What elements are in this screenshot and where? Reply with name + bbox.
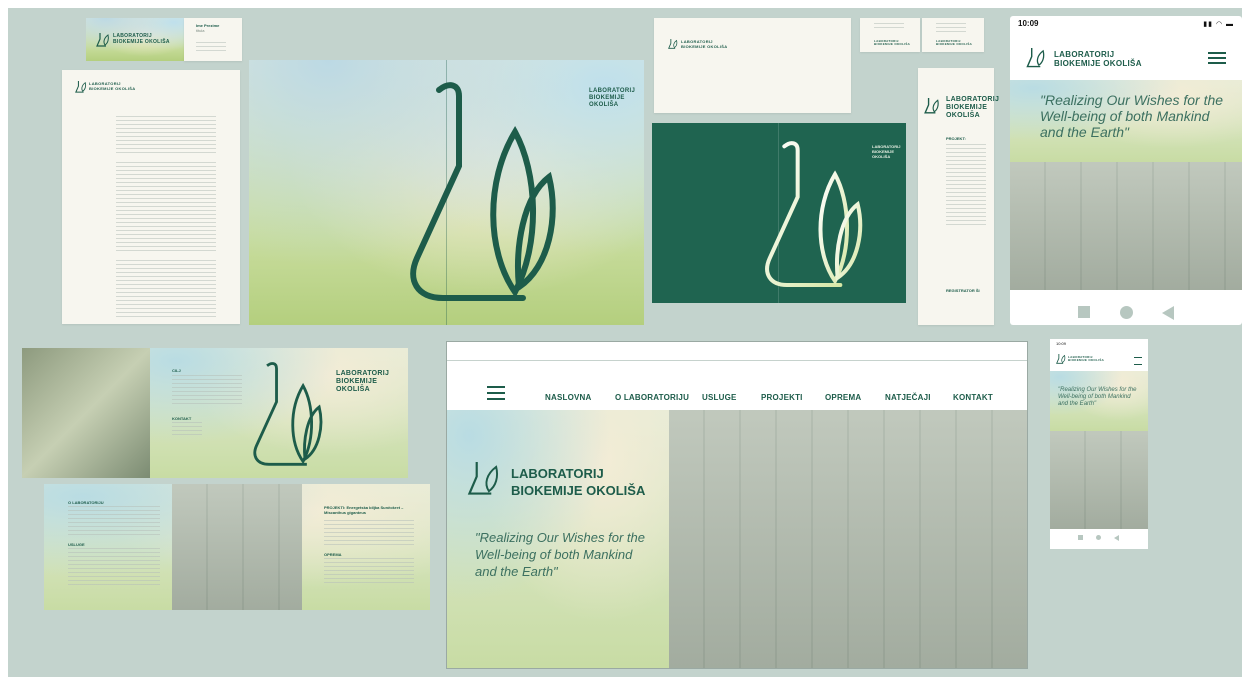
nav-square-icon[interactable] [1078, 306, 1090, 318]
card-contact-lines [196, 42, 226, 54]
envelope-logo-text: LABORATORIJ BIOKEMIJE OKOLIŠA [681, 39, 728, 49]
status-icons: ▮▮ ◠ ▬ [1203, 21, 1234, 28]
brochure-oprema-text [324, 558, 414, 584]
brochure-usluge-heading: USLUGE [68, 542, 85, 547]
business-card-back: Ime Prezime titula [184, 18, 242, 61]
binder-projekt-label: PROJEKT: [946, 136, 966, 141]
brochure-inner: CILJ KONTAKT LABORATORIJ BIOKEMIJE OKOLIŠ… [150, 348, 408, 478]
presentation-board: LABORATORIJ BIOKEMIJE OKOLIŠA Ime Prezime… [8, 8, 1242, 677]
small-mobile-mockup: 10:09 LABORATORIJ BIOKEMIJE OKOLIŠA "Real… [1050, 339, 1148, 549]
brochure-projekti-text [324, 520, 414, 546]
small-card-logo: LABORATORIJ BIOKEMIJE OKOLIŠA [874, 39, 911, 47]
hamburger-menu-icon[interactable] [487, 386, 505, 400]
lab-photo [1010, 162, 1242, 290]
dark-folder-logo-text: LABORATORIJ BIOKEMIJE OKOLIŠA [872, 144, 901, 159]
website-mockup: NASLOVNA O LABORATORIJU USLUGE PROJEKTI … [447, 342, 1027, 668]
card-logo-text: LABORATORIJ BIOKEMIJE OKOLIŠA [113, 33, 170, 45]
card-person-role: titula [196, 28, 205, 33]
letter-body-p1 [116, 116, 216, 156]
nav-square-icon[interactable] [1078, 535, 1083, 540]
brochure-inside: O LABORATORIJU USLUGE PROJEKTI: Energets… [44, 484, 430, 610]
mobile-hero: "Realizing Our Wishes for the Well-being… [1010, 80, 1242, 162]
brochure-photo-hands [22, 348, 150, 478]
brochure-o-lab-text [68, 506, 160, 536]
letter-body-p3 [116, 260, 216, 320]
nav-back-icon[interactable] [1162, 306, 1174, 320]
nav-back-icon[interactable] [1114, 535, 1119, 541]
binder-lines [946, 144, 986, 228]
nav-kontakt[interactable]: KONTAKT [953, 387, 993, 405]
flask-leaf-graphic [253, 362, 323, 466]
brochure-projekti-heading: PROJEKTI: Energetska biljka Sunčokret – … [324, 505, 404, 515]
small-mobile-photo [1050, 431, 1148, 529]
small-mobile-hero: "Realizing Our Wishes for the Well-being… [1050, 371, 1148, 431]
flask-logo-icon [96, 33, 109, 47]
flask-logo-icon [668, 39, 678, 49]
small-mobile-tagline: "Realizing Our Wishes for the Well-being… [1058, 387, 1137, 407]
folder-spread: LABORATORIJ BIOKEMIJE OKOLIŠA [249, 60, 644, 325]
brochure-usluge-text [68, 548, 160, 588]
flask-leaf-graphic [765, 141, 863, 287]
flask-leaf-graphic [410, 82, 556, 301]
flask-logo-icon [75, 81, 87, 93]
flask-logo-icon [924, 98, 939, 114]
letterhead: LABORATORIJ BIOKEMIJE OKOLIŠA [62, 70, 240, 324]
website-logo-text: LABORATORIJ BIOKEMIJE OKOLIŠA [511, 466, 646, 498]
hamburger-menu-icon[interactable] [1208, 52, 1226, 64]
brochure-oprema-heading: OPREMA [324, 552, 342, 557]
mobile-mockup: 10:09 ▮▮ ◠ ▬ LABORATORIJ BIOKEMIJE OKOLIŠ… [1010, 16, 1242, 325]
brochure-o-lab-heading: O LABORATORIJU [68, 500, 104, 505]
letterhead-logo-text: LABORATORIJ BIOKEMIJE OKOLIŠA [89, 81, 136, 91]
letter-body-p2 [116, 162, 216, 254]
nav-naslovna[interactable]: NASLOVNA [545, 387, 592, 405]
nav-oprema[interactable]: OPREMA [825, 387, 861, 405]
hamburger-menu-icon[interactable] [1134, 357, 1142, 365]
small-card-logo: LABORATORIJ BIOKEMIJE OKOLIŠA [936, 39, 973, 47]
nav-natjecaji[interactable]: NATJEČAJI [885, 387, 931, 405]
nav-projekti[interactable]: PROJEKTI [761, 387, 803, 405]
dark-folder: LABORATORIJ BIOKEMIJE OKOLIŠA [652, 123, 906, 303]
brochure-kontakt-heading: KONTAKT [172, 416, 192, 421]
browser-bar [447, 342, 1027, 361]
small-mobile-logo: LABORATORIJ BIOKEMIJE OKOLIŠA [1068, 355, 1105, 363]
business-card-front: LABORATORIJ BIOKEMIJE OKOLIŠA [86, 18, 184, 61]
brochure-logo-text: LABORATORIJ BIOKEMIJE OKOLIŠA [336, 370, 390, 394]
small-card-lines [874, 23, 904, 31]
nav-home-icon[interactable] [1120, 306, 1133, 319]
mobile-logo-text: LABORATORIJ BIOKEMIJE OKOLIŠA [1054, 50, 1142, 69]
website-lab-photo [669, 410, 1027, 668]
mobile-tagline: "Realizing Our Wishes for the Well-being… [1040, 92, 1224, 141]
small-card-lines [936, 23, 966, 35]
folder-logo-text: LABORATORIJ BIOKEMIJE OKOLIŠA [589, 88, 636, 108]
binder-logo-text: LABORATORIJ BIOKEMIJE OKOLIŠA [946, 96, 1000, 120]
nav-usluge[interactable]: USLUGE [702, 387, 737, 405]
nav-o-laboratoriju[interactable]: O LABORATORIJU [615, 387, 689, 405]
flask-logo-icon [1026, 48, 1045, 68]
brochure-cover: CILJ KONTAKT LABORATORIJ BIOKEMIJE OKOLIŠ… [22, 348, 408, 478]
website-tagline: "Realizing Our Wishes for the Well-being… [475, 530, 645, 579]
brochure-lab-photo [172, 484, 302, 610]
nav-home-icon[interactable] [1096, 535, 1101, 540]
mobile-status-time: 10:09 [1018, 19, 1039, 28]
small-mobile-time: 10:09 [1056, 341, 1067, 346]
brochure-cilj-text [172, 375, 242, 405]
flask-logo-icon [467, 462, 499, 495]
flask-logo-icon [1056, 354, 1066, 364]
small-card-2: LABORATORIJ BIOKEMIJE OKOLIŠA [922, 18, 984, 52]
binder-registrator-label: REGISTRATOR ŠI [946, 288, 980, 293]
envelope: LABORATORIJ BIOKEMIJE OKOLIŠA [654, 18, 851, 113]
brochure-kontakt-text [172, 422, 202, 436]
brochure-cilj-heading: CILJ [172, 368, 181, 373]
small-card-1: LABORATORIJ BIOKEMIJE OKOLIŠA [860, 18, 920, 52]
binder-spine: LABORATORIJ BIOKEMIJE OKOLIŠA PROJEKT: REG… [918, 68, 999, 325]
website-hero-left: LABORATORIJ BIOKEMIJE OKOLIŠA "Realizing … [447, 410, 669, 668]
